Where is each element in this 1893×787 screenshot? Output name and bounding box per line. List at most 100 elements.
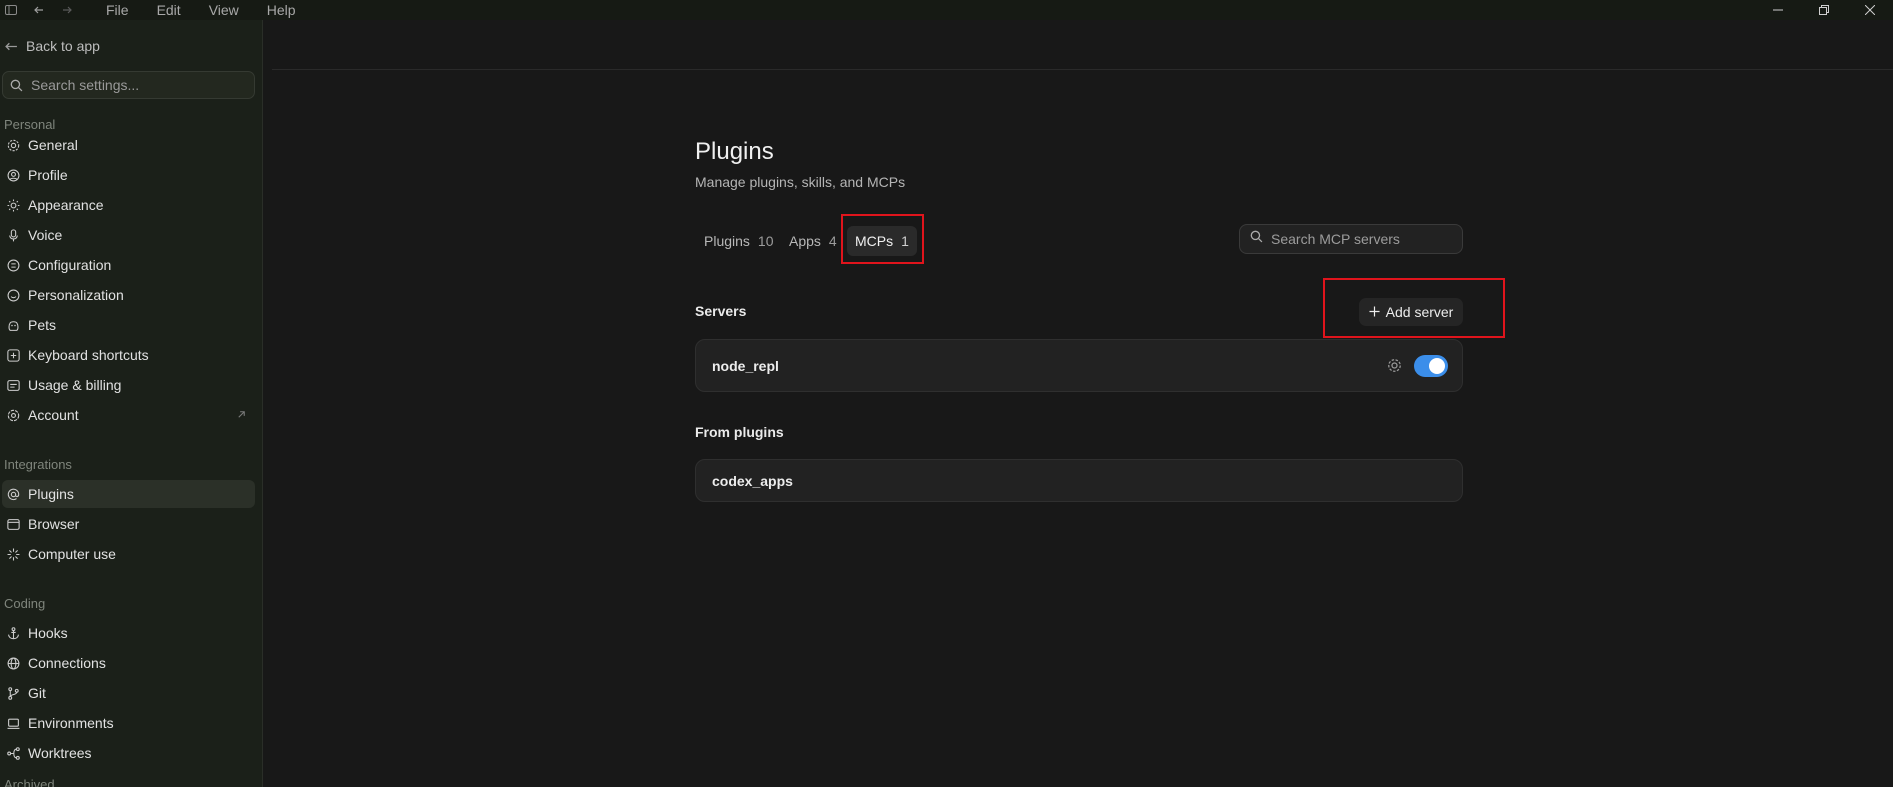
- restore-icon[interactable]: [1801, 0, 1847, 20]
- sidebar-item-label: Plugins: [28, 486, 74, 502]
- page-title: Plugins: [695, 138, 774, 165]
- section-label-integrations: Integrations: [4, 457, 72, 472]
- sidebar-item-pets[interactable]: Pets: [2, 311, 255, 339]
- sidebar-item-label: Git: [28, 685, 46, 701]
- billing-icon: [6, 378, 20, 392]
- sidebar-item-label: Browser: [28, 516, 80, 532]
- sidebar-item-git[interactable]: Git: [2, 679, 255, 707]
- gear-icon: [6, 138, 20, 152]
- sidebar-item-browser[interactable]: Browser: [2, 510, 255, 538]
- window-controls: [1755, 0, 1893, 20]
- sliders-icon: [6, 258, 20, 272]
- sidebar-item-label: Pets: [28, 317, 57, 333]
- add-server-button[interactable]: Add server: [1359, 298, 1463, 326]
- settings-search-input[interactable]: [31, 77, 241, 93]
- menu-help[interactable]: Help: [267, 3, 296, 17]
- sidebar-item-appearance[interactable]: Appearance: [2, 191, 255, 219]
- menu-file[interactable]: File: [106, 3, 129, 17]
- user-circle-icon: [6, 168, 20, 182]
- sidebar-item-label: Hooks: [28, 625, 68, 641]
- forward-arrow-icon[interactable]: [56, 0, 78, 20]
- sidebar-item-label: Keyboard shortcuts: [28, 347, 149, 363]
- sidebar-item-plugins[interactable]: Plugins: [2, 480, 255, 508]
- sidebar-item-connections[interactable]: Connections: [2, 649, 255, 677]
- search-icon: [9, 78, 23, 92]
- sparkle-icon: [6, 547, 20, 561]
- globe-icon: [6, 656, 20, 670]
- sidebar-item-label: Account: [28, 407, 79, 423]
- tab-label: Apps: [789, 233, 821, 249]
- tab-count: 4: [828, 233, 837, 249]
- title-bar: File Edit View Help: [0, 0, 1893, 20]
- plus-icon: [1369, 304, 1380, 320]
- sidebar-item-voice[interactable]: Voice: [2, 221, 255, 249]
- close-icon[interactable]: [1847, 0, 1893, 20]
- tab-label: Plugins: [704, 233, 750, 249]
- sidebar-item-account[interactable]: Account: [2, 401, 255, 429]
- laptop-icon: [6, 716, 20, 730]
- sidebar-item-label: General: [28, 137, 78, 153]
- search-icon: [1250, 230, 1263, 248]
- sidebar-item-label: Environments: [28, 715, 114, 731]
- tab-count: 10: [757, 233, 774, 249]
- sidebar-item-worktrees[interactable]: Worktrees: [2, 739, 255, 767]
- mcp-search-input[interactable]: [1271, 231, 1451, 247]
- microphone-icon: [6, 228, 20, 242]
- tab-plugins[interactable]: Plugins 10: [696, 226, 782, 256]
- tab-mcps[interactable]: MCPs 1: [847, 226, 917, 256]
- settings-main-panel: Plugins Manage plugins, skills, and MCPs…: [264, 20, 1893, 787]
- sidebar-item-label: Computer use: [28, 546, 116, 562]
- mcp-search-box: [1239, 224, 1463, 254]
- add-server-label: Add server: [1385, 304, 1454, 320]
- sidebar-item-configuration[interactable]: Configuration: [2, 251, 255, 279]
- sidebar-item-profile[interactable]: Profile: [2, 161, 255, 189]
- anchor-icon: [6, 626, 20, 640]
- section-label-personal: Personal: [4, 117, 56, 132]
- server-enabled-toggle[interactable]: [1414, 355, 1448, 377]
- sidebar-item-keyboard-shortcuts[interactable]: Keyboard shortcuts: [2, 341, 255, 369]
- sidebar-item-label: Worktrees: [28, 745, 92, 761]
- sidebar-item-environments[interactable]: Environments: [2, 709, 255, 737]
- minimize-icon[interactable]: [1755, 0, 1801, 20]
- back-to-app-link[interactable]: Back to app: [4, 38, 100, 54]
- menu-view[interactable]: View: [209, 3, 239, 17]
- section-label-coding: Coding: [4, 596, 46, 611]
- sidebar-item-label: Voice: [28, 227, 63, 243]
- section-label-archived: Archived: [4, 777, 55, 787]
- gear-icon[interactable]: [1387, 358, 1402, 376]
- sidebar-item-label: Connections: [28, 655, 106, 671]
- sidebar-item-hooks[interactable]: Hooks: [2, 619, 255, 647]
- sidebar-item-personalization[interactable]: Personalization: [2, 281, 255, 309]
- sidebar-item-label: Appearance: [28, 197, 104, 213]
- page-subtitle: Manage plugins, skills, and MCPs: [695, 174, 906, 190]
- at-sign-icon: [6, 487, 20, 501]
- plugin-server-row-codex-apps[interactable]: codex_apps: [695, 459, 1463, 502]
- git-branch-icon: [6, 686, 20, 700]
- sidebar-item-label: Personalization: [28, 287, 124, 303]
- tab-apps[interactable]: Apps 4: [781, 226, 845, 256]
- back-arrow-icon[interactable]: [28, 0, 50, 20]
- sidebar-toggle-icon[interactable]: [0, 0, 22, 20]
- worktree-icon: [6, 746, 20, 760]
- server-name: node_repl: [712, 357, 779, 374]
- sidebar-item-usage-billing[interactable]: Usage & billing: [2, 371, 255, 399]
- openai-logo-icon: [6, 408, 20, 422]
- back-to-app-label: Back to app: [26, 38, 100, 54]
- tab-label: MCPs: [855, 233, 894, 249]
- sidebar-item-computer-use[interactable]: Computer use: [2, 540, 255, 568]
- main-top-bar: [272, 20, 1893, 70]
- servers-heading: Servers: [695, 303, 747, 319]
- sun-icon: [6, 198, 20, 212]
- server-name: codex_apps: [712, 472, 793, 489]
- external-link-icon: [236, 407, 247, 423]
- settings-sidebar: Back to app Personal General Profile App…: [0, 20, 263, 787]
- server-row-node-repl[interactable]: node_repl: [695, 339, 1463, 392]
- arrow-left-icon: [4, 39, 18, 53]
- menu-edit[interactable]: Edit: [157, 3, 181, 17]
- keyboard-icon: [6, 348, 20, 362]
- sidebar-item-label: Profile: [28, 167, 68, 183]
- sidebar-item-general[interactable]: General: [2, 131, 255, 159]
- sidebar-item-label: Usage & billing: [28, 377, 122, 393]
- from-plugins-heading: From plugins: [695, 424, 784, 440]
- pet-icon: [6, 318, 20, 332]
